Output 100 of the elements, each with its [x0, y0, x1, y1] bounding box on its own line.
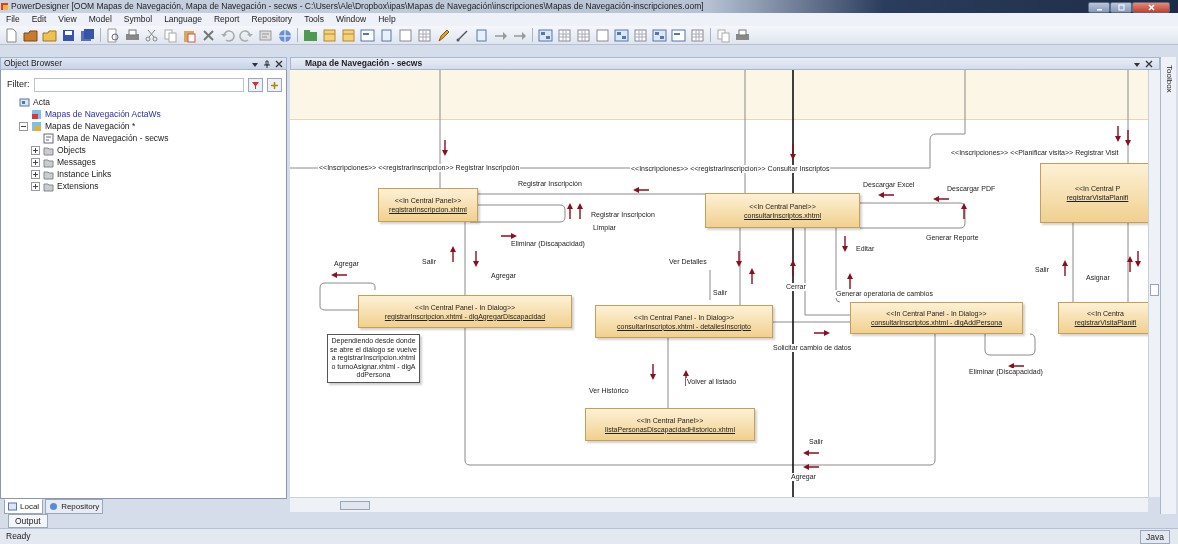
tree-item[interactable]: Mapas de Navegación * [45, 120, 136, 132]
class-icon[interactable] [341, 27, 356, 43]
vertical-scrollbar[interactable] [1148, 70, 1160, 497]
menu-item[interactable]: Language [158, 13, 208, 26]
copy-icon[interactable] [716, 27, 731, 43]
clear-filter-button[interactable] [267, 78, 282, 92]
message-arrow [567, 203, 573, 219]
message-arrow [501, 233, 517, 239]
filter-field[interactable] [33, 78, 244, 92]
model-icon [19, 96, 30, 108]
output-tab[interactable]: Output [8, 514, 48, 528]
pin-icon[interactable] [263, 59, 271, 68]
menu-item[interactable]: Window [329, 13, 373, 26]
computer-icon [8, 502, 17, 511]
menu-item[interactable]: Repository [245, 13, 299, 26]
expand-toggle[interactable] [31, 157, 40, 167]
menu-item[interactable]: View [52, 13, 83, 26]
scroll-thumb[interactable] [1150, 284, 1159, 296]
message-arrow [1062, 260, 1068, 276]
table-icon[interactable] [557, 27, 572, 43]
folder-icon [43, 144, 54, 156]
minimize-button[interactable] [1088, 1, 1110, 13]
diagram-icon[interactable] [614, 27, 629, 43]
tree-item[interactable]: Messages [57, 156, 96, 168]
print-icon[interactable] [735, 27, 750, 43]
panel-title: Object Browser [4, 58, 64, 69]
language-indicator: Java [1140, 530, 1170, 544]
message-arrow [842, 236, 848, 252]
new-file-icon[interactable] [4, 27, 19, 43]
globe-icon[interactable] [277, 27, 292, 43]
message-arrow [683, 370, 689, 386]
save-all-icon[interactable] [80, 27, 95, 43]
redo-icon[interactable] [239, 27, 254, 43]
expand-toggle[interactable] [31, 169, 40, 179]
panel-tab[interactable]: Repository [45, 499, 104, 514]
tree-item[interactable]: Extensions [57, 180, 99, 192]
delete-icon[interactable] [201, 27, 216, 43]
properties-icon[interactable] [258, 27, 273, 43]
close-icon[interactable] [275, 59, 283, 68]
menu-item[interactable]: Tools [298, 13, 330, 26]
print-icon[interactable] [125, 27, 140, 43]
class-icon[interactable] [322, 27, 337, 43]
horizontal-scrollbar[interactable] [290, 497, 1148, 512]
link-icon[interactable] [455, 27, 470, 43]
close-button[interactable] [1132, 1, 1170, 13]
cut-icon[interactable] [144, 27, 159, 43]
menu-item[interactable]: Report [207, 13, 246, 26]
undo-icon[interactable] [220, 27, 235, 43]
connector-line [319, 282, 376, 311]
form-icon[interactable] [671, 27, 686, 43]
copy-icon[interactable] [163, 27, 178, 43]
tree-item[interactable]: Mapas de Navegación ActaWs [45, 108, 161, 120]
open-folder-icon[interactable] [23, 27, 38, 43]
pencil-icon[interactable] [436, 27, 451, 43]
filter-button[interactable] [248, 78, 263, 92]
window-title: PowerDesigner [OOM Mapas de Navegación, Mapa de Navegación - secws - C:\Users\Ale\Dropbox\ipas\Mapas de Navegación\inscripciones\Mapas de Navegación-inscripciones.oom] [10, 0, 705, 13]
maximize-button[interactable] [1110, 1, 1132, 13]
close-icon[interactable] [1145, 59, 1153, 68]
funnel-icon [251, 80, 260, 90]
table-icon[interactable] [576, 27, 591, 43]
menu-item[interactable]: Model [82, 13, 118, 26]
square-icon[interactable] [398, 27, 413, 43]
form-icon[interactable] [360, 27, 375, 43]
menu-item[interactable]: File [0, 13, 26, 26]
package-icon[interactable] [303, 27, 318, 43]
document-icon[interactable] [379, 27, 394, 43]
table-icon[interactable] [633, 27, 648, 43]
square-icon[interactable] [595, 27, 610, 43]
message-arrow [1127, 256, 1133, 272]
expand-toggle[interactable] [31, 181, 40, 191]
save-icon[interactable] [61, 27, 76, 43]
tree-item[interactable]: Objects [57, 144, 86, 156]
message-arrow [814, 330, 830, 336]
connector-line [984, 333, 1036, 356]
menu-item[interactable]: Help [372, 13, 402, 26]
tree-item[interactable]: Acta [33, 96, 50, 108]
message-arrow [878, 192, 894, 198]
menu-item[interactable]: Symbol [117, 13, 159, 26]
message-arrow [790, 144, 796, 160]
scroll-thumb[interactable] [340, 501, 370, 510]
table-icon[interactable] [690, 27, 705, 43]
print-preview-icon[interactable] [106, 27, 121, 43]
message-arrow [1008, 363, 1024, 369]
plus-icon [270, 80, 279, 90]
collapse-toggle[interactable] [19, 121, 28, 131]
message-arrow [473, 251, 479, 267]
toolbox-tab[interactable]: Toolbox [1162, 65, 1175, 93]
panel-tab[interactable]: Local [4, 499, 44, 514]
diagram-icon[interactable] [538, 27, 553, 43]
document-tab[interactable]: Mapa de Navegación - secws [290, 57, 1160, 70]
message-arrow [847, 273, 853, 289]
menu-item[interactable]: Edit [25, 13, 53, 26]
diagram-icon[interactable] [652, 27, 667, 43]
folder-icon [43, 180, 54, 192]
message-arrow [577, 203, 583, 219]
tree-item[interactable]: Mapa de Navegación - secws [57, 132, 169, 144]
tree-item[interactable]: Instance Links [57, 168, 112, 180]
app-icon [0, 2, 9, 11]
expand-toggle[interactable] [31, 145, 40, 155]
message-arrow [749, 268, 755, 284]
